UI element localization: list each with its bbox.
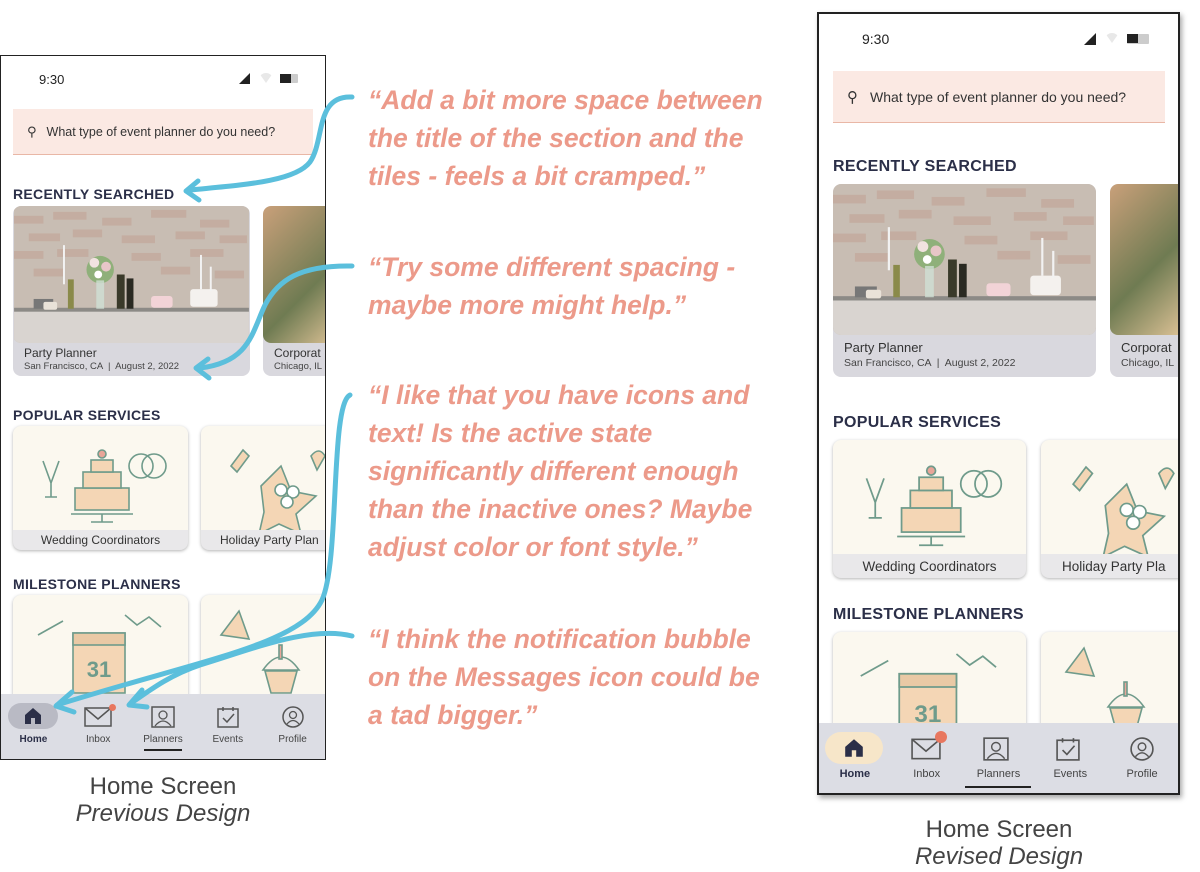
- caption-subtitle: Previous Design: [75, 800, 251, 827]
- caption-subtitle: Revised Design: [914, 843, 1084, 870]
- arrow-2: [197, 263, 355, 371]
- annotation-arrows: [53, 94, 355, 715]
- caption-previous: Home Screen Previous Design: [48, 773, 278, 827]
- arrow-4: [127, 630, 355, 707]
- arrow-1: [187, 94, 355, 193]
- caption-title: Home Screen: [89, 773, 237, 800]
- arrow-3: [54, 392, 353, 708]
- caption-title: Home Screen: [925, 816, 1073, 843]
- caption-revised: Home Screen Revised Design: [884, 816, 1114, 870]
